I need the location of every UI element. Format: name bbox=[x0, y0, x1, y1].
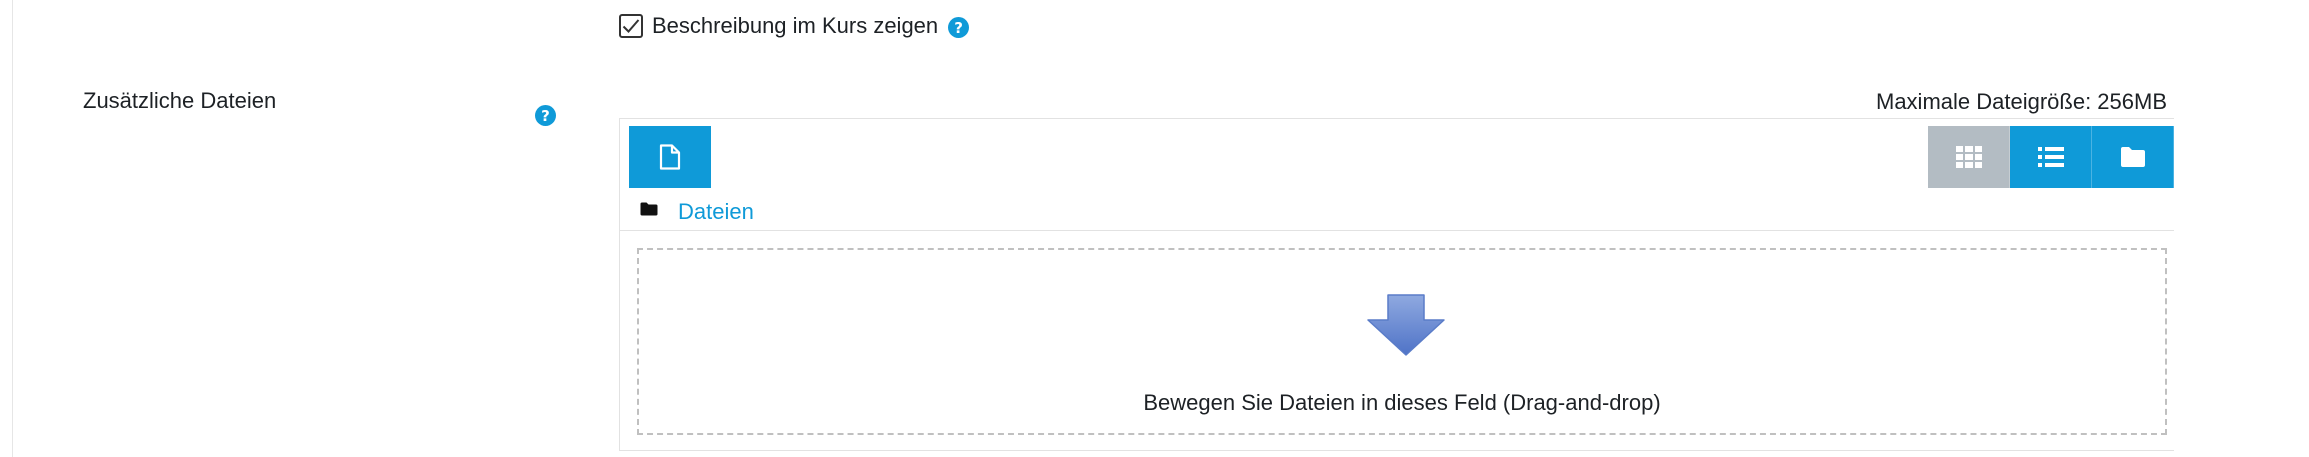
additional-files-label: Zusätzliche Dateien bbox=[83, 88, 277, 113]
grid-icon bbox=[1955, 146, 1982, 168]
drop-zone-text: Bewegen Sie Dateien in dieses Feld (Drag… bbox=[1143, 390, 1661, 415]
checkmark-icon bbox=[622, 19, 640, 33]
question-circle-icon[interactable]: ? bbox=[948, 17, 970, 38]
breadcrumb: Dateien bbox=[620, 194, 2174, 231]
max-file-size: Maximale Dateigröße: 256MB bbox=[1876, 89, 2168, 114]
show-description-checkbox[interactable] bbox=[619, 14, 643, 38]
list-icon bbox=[2037, 147, 2064, 167]
view-icons-button[interactable] bbox=[1928, 126, 2010, 188]
breadcrumb-files-link[interactable]: Dateien bbox=[678, 199, 754, 225]
show-description-label[interactable]: Beschreibung im Kurs zeigen bbox=[652, 13, 938, 39]
add-file-button[interactable] bbox=[629, 126, 711, 188]
left-divider bbox=[12, 0, 13, 457]
file-icon bbox=[659, 144, 681, 170]
view-tree-button[interactable] bbox=[2092, 126, 2174, 188]
show-description-row: Beschreibung im Kurs zeigen ? bbox=[619, 10, 970, 42]
drop-zone[interactable]: Bewegen Sie Dateien in dieses Feld (Drag… bbox=[637, 248, 2167, 435]
file-manager: Dateien Bewegen Sie Dateien in dieses Fe… bbox=[619, 118, 2174, 451]
down-arrow-icon bbox=[1367, 294, 1445, 356]
folder-icon bbox=[2120, 147, 2145, 167]
view-list-button[interactable] bbox=[2010, 126, 2092, 188]
question-circle-icon[interactable]: ? bbox=[535, 105, 556, 126]
folder-icon bbox=[640, 202, 658, 216]
page: Beschreibung im Kurs zeigen ? Zusätzlich… bbox=[0, 0, 2309, 457]
view-switcher bbox=[1928, 126, 2174, 188]
